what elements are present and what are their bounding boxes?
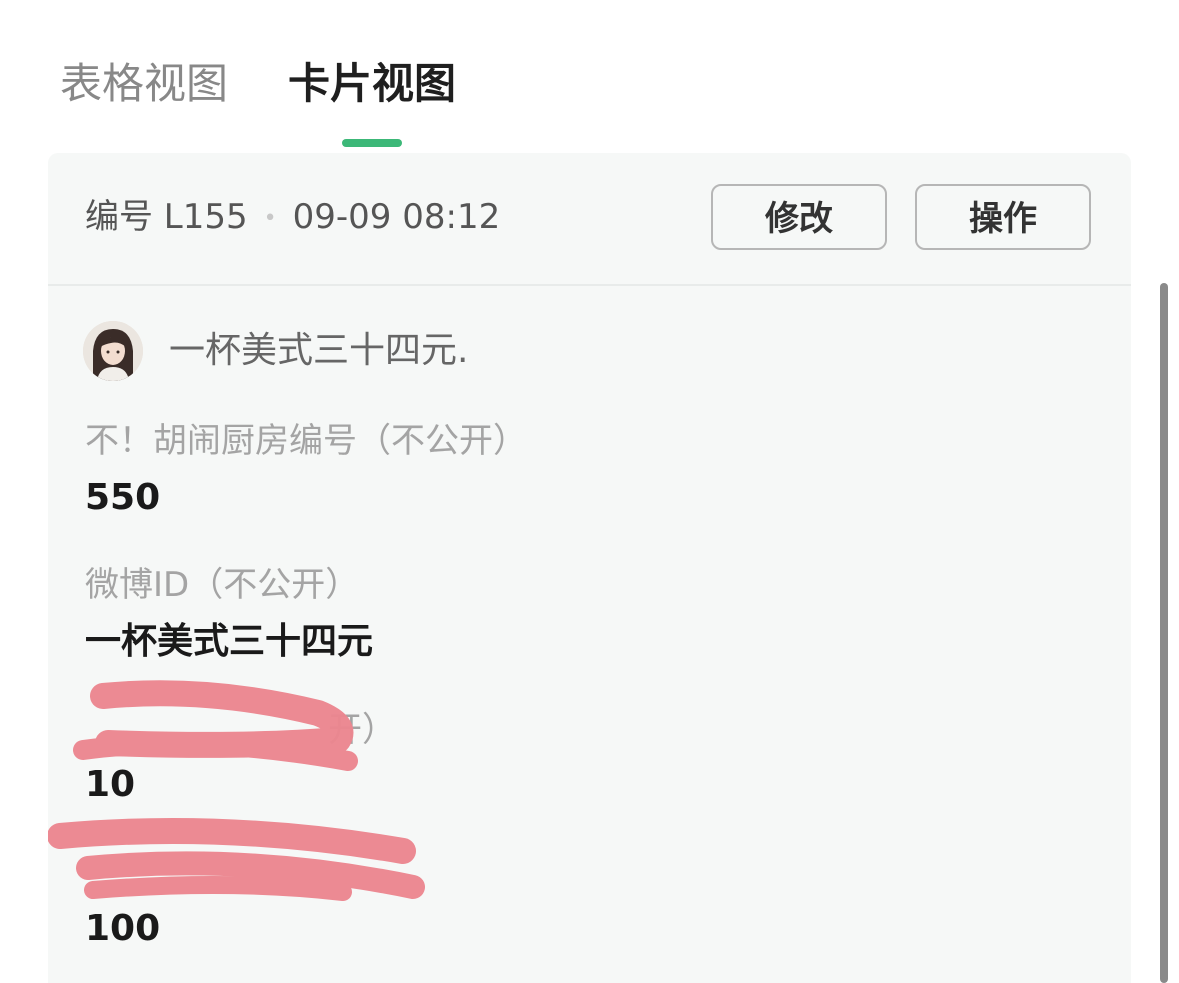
record-meta: 编号 L155 • 09-09 08:12 [85, 193, 500, 243]
record-number: 编号 L155 [85, 197, 248, 237]
meta-separator: • [263, 205, 277, 231]
field-label-redacted-1: 开） [328, 710, 396, 750]
user-name: 一杯美式三十四元. [169, 330, 469, 371]
page: 表格视图 卡片视图 编号 L155 • 09-09 08:12 修改 操作 一杯美式… [0, 0, 1179, 983]
actions-button[interactable]: 操作 [915, 184, 1091, 250]
field-value-redacted-1: 10 [85, 764, 136, 805]
field-value-redacted-2: 100 [85, 908, 161, 949]
active-tab-indicator [342, 139, 402, 147]
edit-button[interactable]: 修改 [711, 184, 887, 250]
avatar-portrait-icon [83, 321, 143, 381]
field-label-weibo-id: 微博ID（不公开） [85, 565, 360, 605]
card-header: 编号 L155 • 09-09 08:12 修改 操作 [48, 153, 1131, 286]
avatar [83, 321, 143, 381]
record-card: 编号 L155 • 09-09 08:12 修改 操作 一杯美式三十四元. 不！胡闹… [48, 153, 1131, 983]
field-value-weibo-id: 一杯美式三十四元 [85, 621, 374, 662]
tab-table-view[interactable]: 表格视图 [60, 56, 228, 112]
scrollbar[interactable] [1160, 283, 1168, 983]
field-label-kitchen-id: 不！胡闹厨房编号（不公开） [85, 421, 527, 461]
field-value-kitchen-id: 550 [85, 477, 161, 518]
record-timestamp: 09-09 08:12 [292, 197, 501, 237]
tab-card-view[interactable]: 卡片视图 [288, 56, 456, 112]
